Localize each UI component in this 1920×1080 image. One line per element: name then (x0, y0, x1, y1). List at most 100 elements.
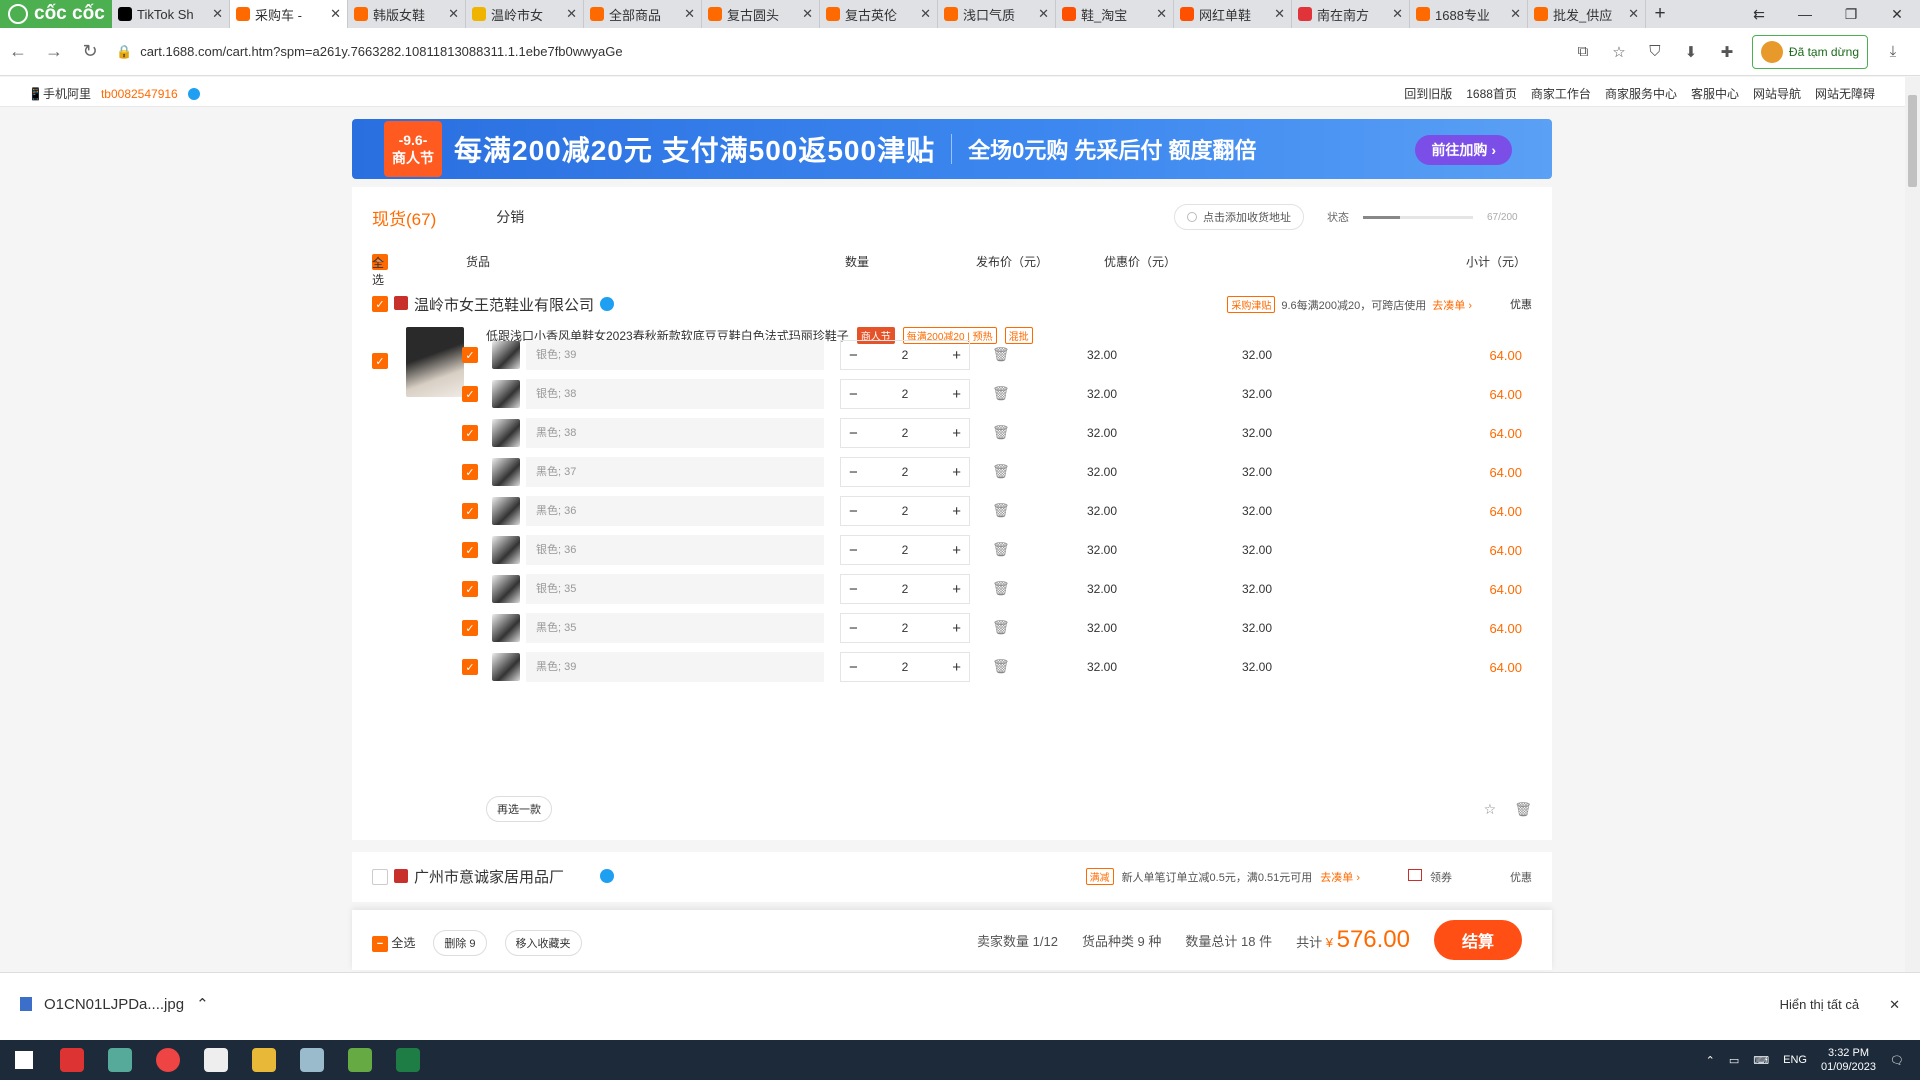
plus-icon[interactable]: + (952, 347, 961, 364)
sku-thumbnail[interactable] (492, 458, 520, 486)
tab-11[interactable]: 1688专业 ✕ (1410, 0, 1528, 28)
quantity-stepper[interactable]: − 2 + (840, 613, 970, 643)
quantity-stepper[interactable]: − 2 + (840, 340, 970, 370)
tab-close-icon[interactable]: ✕ (684, 6, 695, 22)
browser-brand[interactable]: cốc cốc (0, 0, 112, 28)
sku-thumbnail[interactable] (492, 653, 520, 681)
chevron-up-icon[interactable]: ⌃ (1706, 1054, 1715, 1067)
sku-thumbnail[interactable] (492, 341, 520, 369)
quantity-stepper[interactable]: − 2 + (840, 379, 970, 409)
sku-thumbnail[interactable] (492, 497, 520, 525)
sku-checkbox[interactable]: ✓ (462, 347, 478, 363)
quantity-value[interactable]: 2 (902, 348, 909, 362)
promo-link-2[interactable]: 去凑单 › (1320, 869, 1360, 885)
shop-checkbox-2[interactable] (372, 869, 388, 885)
tab-3[interactable]: 温岭市女 ✕ (466, 0, 584, 28)
minus-icon[interactable]: − (849, 581, 858, 598)
mobile-ali-link[interactable]: 📱手机阿里 (28, 85, 91, 102)
maximize-button[interactable]: ❐ (1828, 0, 1874, 28)
url-field[interactable]: 🔒 cart.1688.com/cart.htm?spm=a261y.76632… (116, 44, 1496, 60)
delete-sku-icon[interactable]: 🗑 (992, 580, 1010, 597)
minimize-button[interactable]: — (1782, 0, 1828, 28)
start-button[interactable] (0, 1040, 48, 1080)
tab-close-icon[interactable]: ✕ (1510, 6, 1521, 22)
plus-icon[interactable]: + (952, 464, 961, 481)
footer-select-all-checkbox[interactable]: − (372, 936, 388, 952)
forward-button[interactable]: → (36, 41, 72, 62)
scrollbar-thumb[interactable] (1908, 95, 1917, 187)
plus-icon[interactable]: + (952, 542, 961, 559)
tab-8[interactable]: 鞋_淘宝 ✕ (1056, 0, 1174, 28)
sku-thumbnail[interactable] (492, 380, 520, 408)
taskbar-app[interactable] (48, 1040, 96, 1080)
sku-thumbnail[interactable] (492, 419, 520, 447)
shop-name-2[interactable]: 广州市意诚家居用品厂 (414, 866, 564, 887)
tab-2[interactable]: 韩版女鞋 ✕ (348, 0, 466, 28)
quantity-stepper[interactable]: − 2 + (840, 418, 970, 448)
promo-link[interactable]: 去凑单 › (1432, 297, 1472, 313)
shield-icon[interactable]: ⛉ (1644, 41, 1666, 63)
tab-close-icon[interactable]: ✕ (1038, 6, 1049, 22)
tab-close-icon[interactable]: ✕ (566, 6, 577, 22)
minus-icon[interactable]: − (849, 347, 858, 364)
taskbar-app[interactable] (144, 1040, 192, 1080)
banner-cta-button[interactable]: 前往加购 › (1415, 135, 1512, 165)
tab-close-icon[interactable]: ✕ (1392, 6, 1403, 22)
tab-close-icon[interactable]: ✕ (920, 6, 931, 22)
tab-5[interactable]: 复古圆头 ✕ (702, 0, 820, 28)
tab-close-icon[interactable]: ✕ (330, 6, 341, 22)
plus-icon[interactable]: + (952, 386, 961, 403)
sku-checkbox[interactable]: ✓ (462, 659, 478, 675)
delete-sku-icon[interactable]: 🗑 (992, 385, 1010, 402)
quantity-stepper[interactable]: − 2 + (840, 457, 970, 487)
close-icon[interactable]: ✕ (1889, 997, 1900, 1013)
minus-icon[interactable]: − (849, 503, 858, 520)
top-link[interactable]: 商家服务中心 (1605, 85, 1677, 102)
sku-checkbox[interactable]: ✓ (462, 542, 478, 558)
tab-4[interactable]: 全部商品 ✕ (584, 0, 702, 28)
delete-sku-icon[interactable]: 🗑 (992, 502, 1010, 519)
sku-checkbox[interactable]: ✓ (462, 425, 478, 441)
trash-icon[interactable]: 🗑 (1514, 801, 1532, 818)
show-all-downloads[interactable]: Hiển thị tất cả (1780, 997, 1860, 1013)
sku-checkbox[interactable]: ✓ (462, 503, 478, 519)
quantity-stepper[interactable]: − 2 + (840, 496, 970, 526)
add-address-button[interactable]: 点击添加收货地址 (1174, 204, 1304, 230)
taskbar-app[interactable] (240, 1040, 288, 1080)
sku-checkbox[interactable]: ✓ (462, 620, 478, 636)
network-icon[interactable]: ▭ (1729, 1054, 1739, 1067)
checkout-button[interactable]: 结算 (1434, 920, 1522, 960)
quantity-value[interactable]: 2 (902, 621, 909, 635)
shop-name[interactable]: 温岭市女王范鞋业有限公司 (414, 294, 594, 315)
tab-search-icon[interactable]: ⇇ (1736, 0, 1782, 28)
language-indicator[interactable]: ENG (1783, 1054, 1807, 1066)
minus-icon[interactable]: − (849, 386, 858, 403)
sku-thumbnail[interactable] (492, 536, 520, 564)
quantity-stepper[interactable]: − 2 + (840, 652, 970, 682)
keyboard-icon[interactable]: ⌨ (1753, 1054, 1769, 1067)
tab-1[interactable]: 采购车 - ✕ (230, 0, 348, 28)
minus-icon[interactable]: − (849, 425, 858, 442)
minus-icon[interactable]: − (849, 542, 858, 559)
chat-icon[interactable] (600, 297, 614, 311)
page-scrollbar[interactable] (1905, 77, 1920, 972)
tab-close-icon[interactable]: ✕ (1274, 6, 1285, 22)
delete-sku-icon[interactable]: 🗑 (992, 658, 1010, 675)
sku-checkbox[interactable]: ✓ (462, 581, 478, 597)
footer-select-all[interactable]: − 全选 (372, 934, 415, 952)
delete-sku-icon[interactable]: 🗑 (992, 541, 1010, 558)
download-item[interactable]: O1CN01LJPDa....jpg ⌃ (20, 995, 209, 1013)
tab-close-icon[interactable]: ✕ (1156, 6, 1167, 22)
tab-close-icon[interactable]: ✕ (448, 6, 459, 22)
promo-banner[interactable]: -9.6- 商人节 每满200减20元 支付满500返500津贴 全场0元购 先… (352, 119, 1552, 179)
chevron-up-icon[interactable]: ⌃ (196, 995, 209, 1013)
minus-icon[interactable]: − (849, 659, 858, 676)
taskbar-app[interactable] (384, 1040, 432, 1080)
reload-button[interactable]: ↻ (72, 41, 108, 62)
tab-9[interactable]: 网红单鞋 ✕ (1174, 0, 1292, 28)
new-tab-button[interactable]: + (1646, 3, 1674, 25)
plus-icon[interactable]: + (952, 425, 961, 442)
tab-0[interactable]: TikTok Sh ✕ (112, 0, 230, 28)
tab-12[interactable]: 批发_供应 ✕ (1528, 0, 1646, 28)
quantity-value[interactable]: 2 (902, 465, 909, 479)
